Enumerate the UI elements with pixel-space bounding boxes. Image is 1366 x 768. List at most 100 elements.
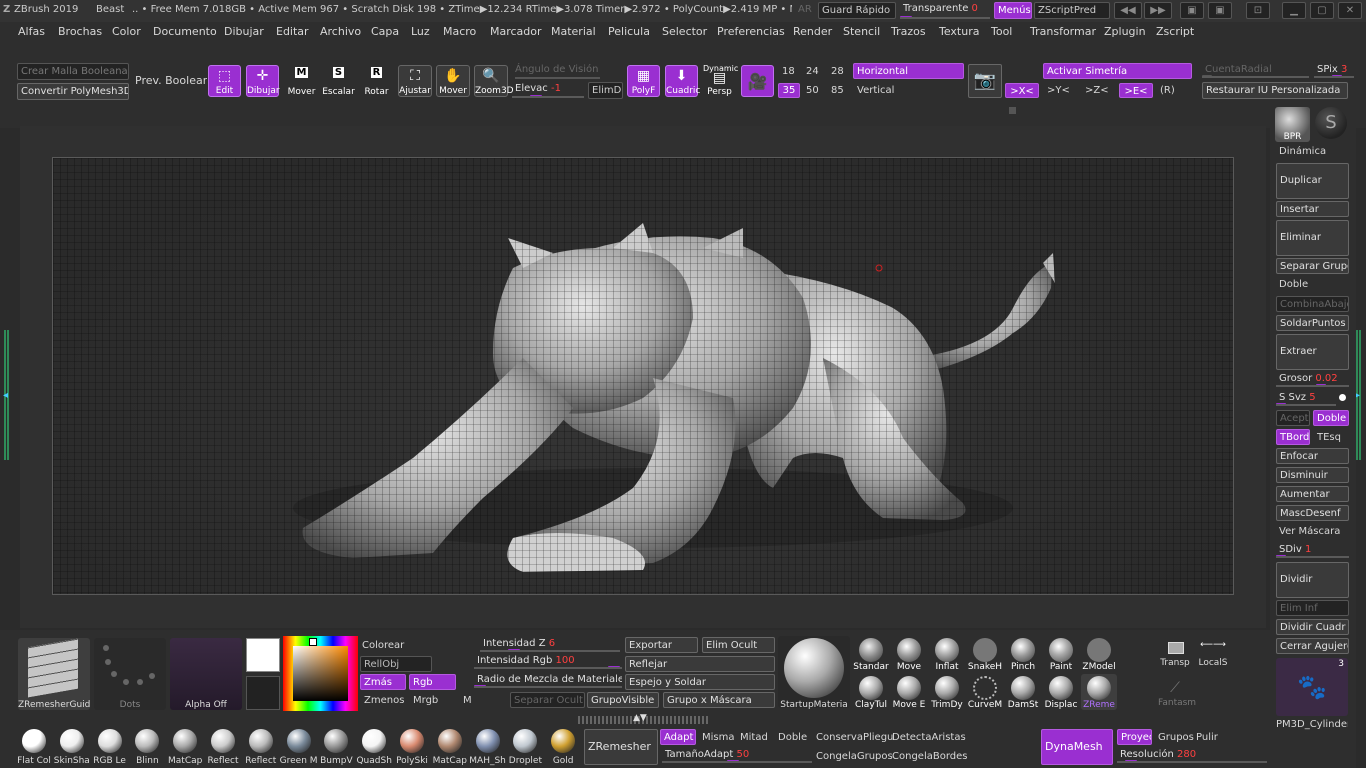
ver-mascara-label[interactable]: Ver Máscara	[1279, 526, 1340, 538]
brush-inflat-icon[interactable]: Inflat	[929, 636, 965, 672]
grosor-slider[interactable]: Grosor 0.02	[1276, 372, 1349, 387]
separar-grupo-button[interactable]: Separar Grupo	[1276, 258, 1349, 274]
snapshot-camera-icon[interactable]: 📷	[968, 64, 1002, 98]
move-icon[interactable]: M Mover	[285, 65, 318, 97]
menu-documento[interactable]: Documento	[153, 26, 217, 38]
perspective-icon[interactable]: Dynamic ▤ Persp	[703, 65, 738, 98]
crear-malla-booleana-button[interactable]: Crear Malla Booleana	[17, 63, 129, 80]
menu-macro[interactable]: Macro	[443, 26, 476, 38]
sym-y-button[interactable]: >Y<	[1047, 85, 1070, 97]
rotate-icon[interactable]: R Rotar	[360, 65, 393, 97]
brush-snakeh-icon[interactable]: SnakeH	[967, 636, 1003, 672]
startup-material-icon[interactable]: StartupMateria	[778, 636, 850, 710]
left-tray-arrow-icon[interactable]: ◂	[3, 390, 8, 402]
extraer-button[interactable]: Extraer	[1276, 334, 1349, 370]
exportar-button[interactable]: Exportar	[625, 637, 698, 653]
proyec-button[interactable]: Proyec	[1117, 729, 1152, 745]
menu-stencil[interactable]: Stencil	[843, 26, 880, 38]
dinamica-label[interactable]: Dinámica	[1279, 146, 1326, 158]
alpha-off-icon[interactable]: Alpha Off	[170, 638, 242, 710]
brush-claytul-icon[interactable]: ClayTul	[853, 674, 889, 710]
window-icon-a[interactable]: ▣	[1180, 2, 1204, 19]
spix-slider[interactable]: SPix 3	[1314, 63, 1354, 78]
eliminar-button[interactable]: Eliminar	[1276, 220, 1349, 256]
grupo-visible-button[interactable]: GrupoVisible	[587, 692, 659, 708]
material-skinsha-icon[interactable]: SkinSha	[53, 728, 91, 766]
menu-brochas[interactable]: Brochas	[58, 26, 102, 38]
mitad-label[interactable]: Mitad	[740, 732, 768, 744]
menu-alfas[interactable]: Alfas	[18, 26, 45, 38]
color-picker-marker-icon[interactable]	[309, 638, 317, 646]
rewind-icon[interactable]: ◀◀	[1114, 2, 1142, 19]
material-polyski-icon[interactable]: PolySki	[393, 728, 431, 766]
material-reflect-icon[interactable]: Reflect	[204, 728, 242, 766]
bpr-render-icon[interactable]: BPR	[1275, 107, 1310, 142]
masc-desenf-button[interactable]: MascDesenf	[1276, 505, 1349, 521]
adapt-button[interactable]: Adapt	[660, 729, 696, 745]
zmenos-label[interactable]: Zmenos	[364, 695, 404, 707]
doble-label[interactable]: Doble	[1279, 279, 1308, 291]
menu-selector[interactable]: Selector	[662, 26, 707, 38]
brush-move-e-icon[interactable]: Move E	[891, 674, 927, 710]
brush-move-icon[interactable]: Move	[891, 636, 927, 672]
material-sphere-icon[interactable]: S	[1315, 107, 1347, 139]
quick-save-button[interactable]: Guard Rápido	[818, 2, 896, 19]
brush-standar-icon[interactable]: Standar	[853, 636, 889, 672]
menu-editar[interactable]: Editar	[276, 26, 309, 38]
disminuir-button[interactable]: Disminuir	[1276, 467, 1349, 483]
secondary-color-swatch[interactable]	[246, 676, 280, 710]
menu-archivo[interactable]: Archivo	[320, 26, 361, 38]
edit-icon[interactable]: ⬚ Edit	[208, 65, 241, 97]
convertir-polymesh-button[interactable]: Convertir PolyMesh3D	[17, 83, 129, 100]
pan-icon[interactable]: ✋ Mover	[436, 65, 470, 97]
combina-abajo-button[interactable]: CombinaAbajo	[1276, 296, 1349, 312]
colorear-label[interactable]: Colorear	[362, 640, 404, 652]
tbord-button[interactable]: TBord	[1276, 429, 1310, 445]
m-label[interactable]: M	[463, 695, 472, 707]
brush-paint-icon[interactable]: Paint	[1043, 636, 1079, 672]
shelf-toggle-icon[interactable]: ▲▼	[633, 713, 647, 723]
espejo-soldar-button[interactable]: Espejo y Soldar	[625, 674, 775, 690]
main-color-swatch[interactable]	[246, 638, 280, 672]
grupo-mascara-button[interactable]: Grupo x Máscara	[663, 692, 775, 708]
dots-stroke-icon[interactable]: Dots	[94, 638, 166, 710]
separar-ocult-button[interactable]: Separar Ocult	[510, 692, 585, 708]
material-rgb-le-icon[interactable]: RGB Le	[91, 728, 129, 766]
horizontal-button[interactable]: Horizontal	[853, 63, 964, 79]
focal-28[interactable]: 28	[831, 66, 844, 78]
detecta-label[interactable]: DetectaAristas	[892, 732, 966, 744]
menus-button[interactable]: Menús	[994, 2, 1032, 19]
color-picker[interactable]	[283, 636, 358, 711]
intensidad-z-slider[interactable]: Intensidad Z 6	[480, 637, 620, 652]
pm3d-cylinder-thumbnail[interactable]: 3 🐾	[1276, 658, 1348, 716]
minimize-icon[interactable]: ▁	[1282, 2, 1306, 19]
polyframe-icon[interactable]: ▦ PolyF	[627, 65, 660, 97]
tamano-adapt-slider[interactable]: TamañoAdapt 50	[662, 748, 812, 763]
radio-mezcla-slider[interactable]: Radio de Mezcla de Materiales	[474, 673, 622, 688]
material-blinn-icon[interactable]: Blinn	[128, 728, 166, 766]
menu-luz[interactable]: Luz	[411, 26, 430, 38]
brush-pinch-icon[interactable]: Pinch	[1005, 636, 1041, 672]
zoom3d-icon[interactable]: 🔍 Zoom3D	[474, 65, 514, 97]
transp-toggle-icon[interactable]: Transp	[1160, 640, 1190, 668]
menu-preferencias[interactable]: Preferencias	[717, 26, 785, 38]
enfocar-button[interactable]: Enfocar	[1276, 448, 1349, 464]
zscript-pred-button[interactable]: ZScriptPred	[1034, 2, 1110, 19]
elimdh-button[interactable]: ElimDh	[588, 82, 623, 99]
reflejar-button[interactable]: Reflejar	[625, 656, 775, 672]
material-matcap-icon[interactable]: MatCap	[166, 728, 204, 766]
duplicar-button[interactable]: Duplicar	[1276, 163, 1349, 199]
elim-inf-button[interactable]: Elim Inf	[1276, 600, 1349, 616]
brush-trimdy-icon[interactable]: TrimDy	[929, 674, 965, 710]
brush-damst-icon[interactable]: DamSt	[1005, 674, 1041, 710]
aumentar-button[interactable]: Aumentar	[1276, 486, 1349, 502]
conserva-label[interactable]: ConservaPliegu	[816, 732, 893, 744]
material-quadsh-icon[interactable]: QuadSh	[355, 728, 393, 766]
material-matcap-icon[interactable]: MatCap	[431, 728, 469, 766]
lock-icon[interactable]: ⊡	[1246, 2, 1270, 19]
rellobj-button[interactable]: RellObj	[360, 656, 432, 672]
material-droplet-icon[interactable]: Droplet	[506, 728, 544, 766]
elevac-slider[interactable]: Elevac -1	[512, 82, 584, 98]
floor-grid-icon[interactable]: ⬇ Cuadric	[665, 65, 700, 97]
menu-transformar[interactable]: Transformar	[1030, 26, 1096, 38]
